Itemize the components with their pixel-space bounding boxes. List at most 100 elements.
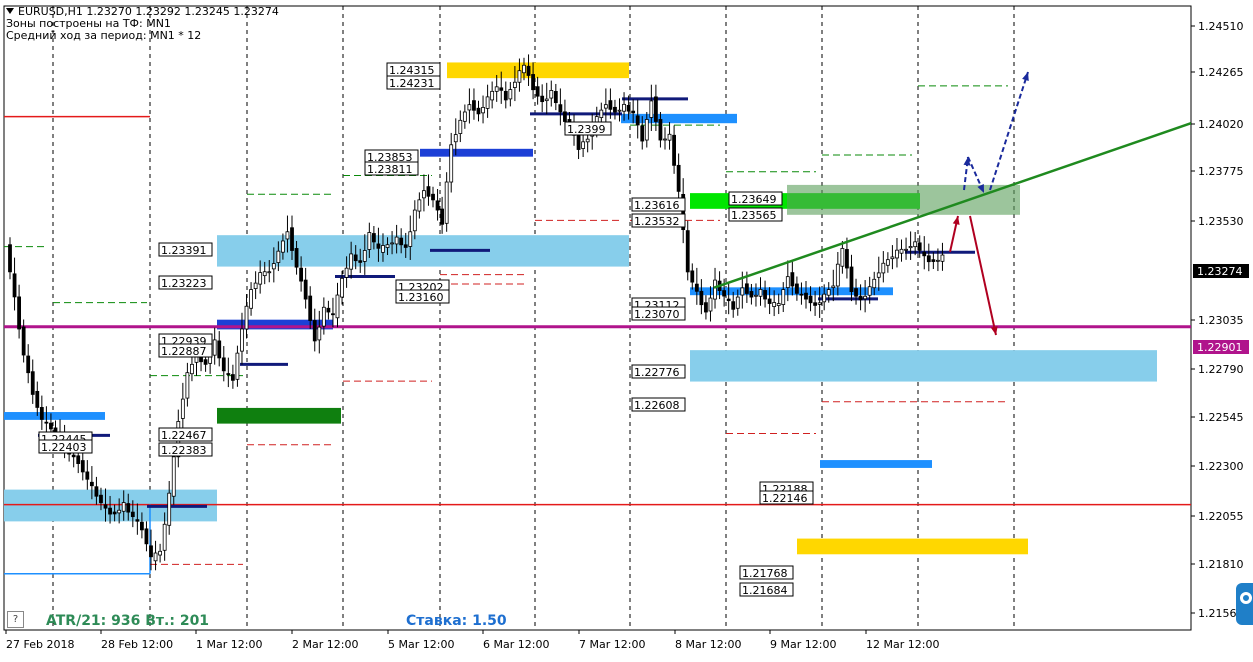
candle-body — [558, 104, 563, 113]
candle-body — [690, 270, 695, 283]
level-label: 1.23649 — [728, 191, 783, 206]
candle-body — [267, 271, 272, 274]
level-label: 1.24231 — [386, 75, 441, 90]
level-label-text: 1.23070 — [634, 308, 680, 321]
candle-body — [640, 125, 645, 142]
side-widget-icon[interactable] — [1236, 583, 1253, 625]
candle-body — [431, 193, 435, 201]
candle-body — [394, 236, 399, 245]
candle-body — [89, 481, 94, 487]
x-tick-label: 28 Feb 12:00 — [101, 638, 173, 651]
candle-body — [403, 244, 408, 248]
candle-body — [112, 511, 117, 515]
y-tick-label: 1.22300 — [1198, 460, 1244, 473]
candle-body — [21, 326, 26, 356]
candle-body — [672, 134, 676, 166]
candle-body — [244, 305, 249, 330]
candle-body — [649, 100, 654, 118]
level-label: 1.23616 — [631, 197, 686, 212]
candle-body — [599, 109, 604, 119]
candle-body — [8, 244, 12, 273]
candle-body — [731, 301, 736, 310]
candle-body — [735, 296, 740, 309]
level-label-text: 1.23565 — [731, 209, 777, 222]
level-label-text: 1.22383 — [161, 444, 207, 457]
candle-body — [563, 111, 567, 122]
level-label: 1.22887 — [158, 343, 213, 358]
candle-body — [35, 390, 40, 408]
candle-body — [340, 277, 344, 298]
candle-body — [512, 81, 517, 88]
candle-body — [517, 70, 522, 83]
zone-yellow — [447, 62, 629, 79]
candle-body — [781, 289, 786, 305]
atr-value: ATR/21: 936 — [46, 613, 141, 629]
candle-body — [335, 294, 340, 319]
level-label: 1.23070 — [631, 306, 686, 321]
plot-frame — [3, 5, 1192, 631]
candle-body — [631, 110, 636, 114]
candle-body — [708, 297, 713, 312]
candle-body — [922, 251, 927, 257]
candle-body — [508, 89, 513, 100]
candle-body — [676, 164, 681, 192]
price-chart[interactable]: 1.24315 1.24231 1.23853 1.23811 1.2399 1.2364… — [0, 0, 1253, 658]
candle-body — [858, 295, 863, 301]
zone-blue — [4, 412, 105, 420]
candle-body — [362, 250, 367, 262]
candle-body — [845, 249, 849, 269]
candle-body — [44, 421, 49, 424]
candle-body — [617, 109, 622, 112]
y-tick-label: 1.24020 — [1198, 118, 1244, 131]
level-label: 1.23532 — [631, 213, 686, 228]
candle-body — [485, 96, 490, 109]
candle-body — [726, 298, 731, 302]
candle-body — [794, 283, 799, 294]
dropdown-triangle-icon[interactable] — [6, 8, 14, 14]
candle-body — [531, 74, 535, 91]
candle-body — [822, 293, 827, 303]
level-label-text: 1.23811 — [367, 163, 413, 176]
candle-body — [808, 295, 813, 304]
candle-body — [462, 111, 467, 122]
candle-body — [813, 302, 817, 306]
candle-body — [276, 250, 281, 263]
candle-body — [763, 290, 767, 300]
candle-body — [740, 287, 745, 296]
atr-period-info: Средний ход за период: MN1 * 12 — [6, 29, 202, 42]
candle-body — [203, 359, 208, 365]
level-label: 1.22608 — [631, 397, 686, 412]
y-tick-label: 1.24510 — [1198, 20, 1244, 33]
candle-body — [49, 422, 53, 430]
chart-canvas: 1.243151.242311.238531.238111.23991.2364… — [3, 5, 1249, 651]
y-tick-label: 1.23035 — [1198, 314, 1244, 327]
candle-body — [121, 502, 126, 512]
candle-body — [381, 245, 385, 253]
candle-body — [526, 65, 531, 76]
level-label: 1.24315 — [386, 62, 441, 77]
candle-body — [422, 190, 426, 199]
candle-body — [817, 302, 822, 305]
candle-body — [80, 460, 85, 473]
x-tick-label: 7 Mar 12:00 — [579, 638, 645, 651]
candle-body — [185, 372, 190, 399]
level-label-text: 1.22887 — [161, 345, 207, 358]
y-tick-label: 1.22055 — [1198, 510, 1244, 523]
candle-body — [490, 90, 495, 101]
candle-body — [476, 107, 481, 115]
x-tick-label: 2 Mar 12:00 — [292, 638, 358, 651]
x-tick-label: 9 Mar 12:00 — [770, 638, 836, 651]
level-label-text: 1.22467 — [161, 429, 207, 442]
candle-body — [653, 96, 658, 122]
help-icon[interactable]: ? — [7, 611, 24, 628]
candle-body — [76, 455, 81, 464]
candle-body — [585, 138, 590, 143]
candle-body — [535, 86, 540, 97]
candle-body — [17, 296, 21, 330]
candle-body — [776, 303, 781, 306]
candle-body — [230, 374, 235, 381]
candle-body — [917, 242, 922, 251]
candle-body — [453, 134, 458, 143]
candle-body — [94, 486, 99, 497]
zone-lightblue — [690, 350, 1157, 382]
